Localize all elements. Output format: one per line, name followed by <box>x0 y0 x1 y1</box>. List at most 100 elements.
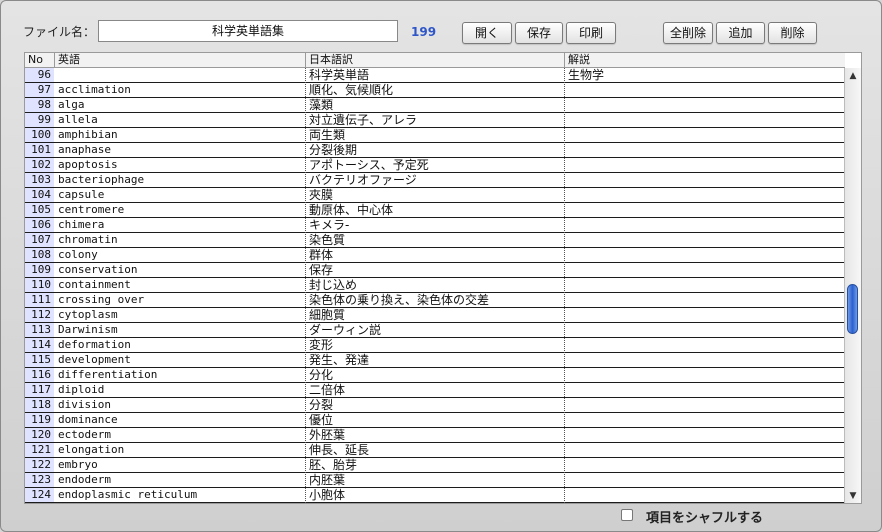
english-cell[interactable]: capsule <box>55 188 305 202</box>
english-cell[interactable]: centromere <box>55 203 305 217</box>
explanation-cell[interactable] <box>565 443 845 457</box>
english-cell[interactable]: deformation <box>55 338 305 352</box>
table-row[interactable]: 115 development 発生、発達 <box>25 353 845 368</box>
header-explanation[interactable]: 解説 <box>565 53 845 68</box>
scroll-thumb[interactable] <box>847 284 858 334</box>
table-row[interactable]: 111 crossing over 染色体の乗り換え、染色体の交差 <box>25 293 845 308</box>
english-cell[interactable]: chromatin <box>55 233 305 247</box>
japanese-cell[interactable]: 分裂後期 <box>306 143 564 157</box>
scroll-down-icon[interactable]: ▼ <box>845 490 861 502</box>
japanese-cell[interactable]: 科学英単語 <box>306 68 564 82</box>
japanese-cell[interactable]: 藻類 <box>306 98 564 112</box>
japanese-cell[interactable]: 両生類 <box>306 128 564 142</box>
table-row[interactable]: 117 diploid 二倍体 <box>25 383 845 398</box>
explanation-cell[interactable] <box>565 293 845 307</box>
explanation-cell[interactable] <box>565 143 845 157</box>
japanese-cell[interactable]: 分化 <box>306 368 564 382</box>
english-cell[interactable]: acclimation <box>55 83 305 97</box>
vertical-scrollbar[interactable]: ▲ ▼ <box>844 68 861 503</box>
file-name-input[interactable]: 科学英単語集 <box>98 20 398 42</box>
english-cell[interactable]: diploid <box>55 383 305 397</box>
table-row[interactable]: 123 endoderm 内胚葉 <box>25 473 845 488</box>
japanese-cell[interactable]: 小胞体 <box>306 488 564 502</box>
explanation-cell[interactable] <box>565 98 845 112</box>
explanation-cell[interactable] <box>565 473 845 487</box>
english-cell[interactable]: containment <box>55 278 305 292</box>
english-cell[interactable]: division <box>55 398 305 412</box>
english-cell[interactable]: colony <box>55 248 305 262</box>
table-row[interactable]: 97 acclimation 順化、気候順化 <box>25 83 845 98</box>
table-row[interactable]: 105 centromere 動原体、中心体 <box>25 203 845 218</box>
table-row[interactable]: 99 allela 対立遺伝子、アレラ <box>25 113 845 128</box>
japanese-cell[interactable]: 外胚葉 <box>306 428 564 442</box>
table-row[interactable]: 102 apoptosis アポトーシス、予定死 <box>25 158 845 173</box>
explanation-cell[interactable] <box>565 218 845 232</box>
japanese-cell[interactable]: 変形 <box>306 338 564 352</box>
shuffle-checkbox[interactable] <box>621 509 633 521</box>
explanation-cell[interactable] <box>565 353 845 367</box>
table-row[interactable]: 108 colony 群体 <box>25 248 845 263</box>
table-row[interactable]: 98 alga 藻類 <box>25 98 845 113</box>
explanation-cell[interactable] <box>565 83 845 97</box>
japanese-cell[interactable]: 動原体、中心体 <box>306 203 564 217</box>
english-cell[interactable]: anaphase <box>55 143 305 157</box>
japanese-cell[interactable]: 夾膜 <box>306 188 564 202</box>
table-row[interactable]: 113 Darwinism ダーウィン説 <box>25 323 845 338</box>
japanese-cell[interactable]: 内胚葉 <box>306 473 564 487</box>
explanation-cell[interactable] <box>565 458 845 472</box>
table-row[interactable]: 121 elongation 伸長、延長 <box>25 443 845 458</box>
table-row[interactable]: 96 科学英単語 生物学 <box>25 68 845 83</box>
explanation-cell[interactable] <box>565 113 845 127</box>
scroll-up-icon[interactable]: ▲ <box>845 70 861 82</box>
japanese-cell[interactable]: バクテリオファージ <box>306 173 564 187</box>
english-cell[interactable]: bacteriophage <box>55 173 305 187</box>
english-cell[interactable]: alga <box>55 98 305 112</box>
table-row[interactable]: 104 capsule 夾膜 <box>25 188 845 203</box>
save-button[interactable]: 保存 <box>515 22 563 44</box>
explanation-cell[interactable]: 生物学 <box>565 68 845 82</box>
table-row[interactable]: 103 bacteriophage バクテリオファージ <box>25 173 845 188</box>
explanation-cell[interactable] <box>565 128 845 142</box>
explanation-cell[interactable] <box>565 488 845 502</box>
japanese-cell[interactable]: 細胞質 <box>306 308 564 322</box>
english-cell[interactable] <box>55 68 305 82</box>
japanese-cell[interactable]: 順化、気候順化 <box>306 83 564 97</box>
english-cell[interactable]: amphibian <box>55 128 305 142</box>
english-cell[interactable]: endoplasmic reticulum <box>55 488 305 502</box>
english-cell[interactable]: conservation <box>55 263 305 277</box>
open-button[interactable]: 開く <box>462 22 512 44</box>
explanation-cell[interactable] <box>565 383 845 397</box>
english-cell[interactable]: differentiation <box>55 368 305 382</box>
explanation-cell[interactable] <box>565 278 845 292</box>
japanese-cell[interactable]: キメラ- <box>306 218 564 232</box>
japanese-cell[interactable]: 封じ込め <box>306 278 564 292</box>
japanese-cell[interactable]: 胚、胎芽 <box>306 458 564 472</box>
explanation-cell[interactable] <box>565 368 845 382</box>
explanation-cell[interactable] <box>565 308 845 322</box>
english-cell[interactable]: crossing over <box>55 293 305 307</box>
table-row[interactable]: 120 ectoderm 外胚葉 <box>25 428 845 443</box>
japanese-cell[interactable]: 伸長、延長 <box>306 443 564 457</box>
english-cell[interactable]: dominance <box>55 413 305 427</box>
table-row[interactable]: 122 embryo 胚、胎芽 <box>25 458 845 473</box>
japanese-cell[interactable]: 発生、発達 <box>306 353 564 367</box>
table-row[interactable]: 116 differentiation 分化 <box>25 368 845 383</box>
japanese-cell[interactable]: 染色質 <box>306 233 564 247</box>
print-button[interactable]: 印刷 <box>566 22 616 44</box>
table-row[interactable]: 118 division 分裂 <box>25 398 845 413</box>
explanation-cell[interactable] <box>565 173 845 187</box>
delete-button[interactable]: 削除 <box>768 22 817 44</box>
japanese-cell[interactable]: 二倍体 <box>306 383 564 397</box>
table-row[interactable]: 110 containment 封じ込め <box>25 278 845 293</box>
table-row[interactable]: 106 chimera キメラ- <box>25 218 845 233</box>
explanation-cell[interactable] <box>565 428 845 442</box>
english-cell[interactable]: development <box>55 353 305 367</box>
english-cell[interactable]: elongation <box>55 443 305 457</box>
explanation-cell[interactable] <box>565 188 845 202</box>
english-cell[interactable]: endoderm <box>55 473 305 487</box>
table-row[interactable]: 112 cytoplasm 細胞質 <box>25 308 845 323</box>
explanation-cell[interactable] <box>565 413 845 427</box>
english-cell[interactable]: ectoderm <box>55 428 305 442</box>
table-row[interactable]: 107 chromatin 染色質 <box>25 233 845 248</box>
english-cell[interactable]: Darwinism <box>55 323 305 337</box>
